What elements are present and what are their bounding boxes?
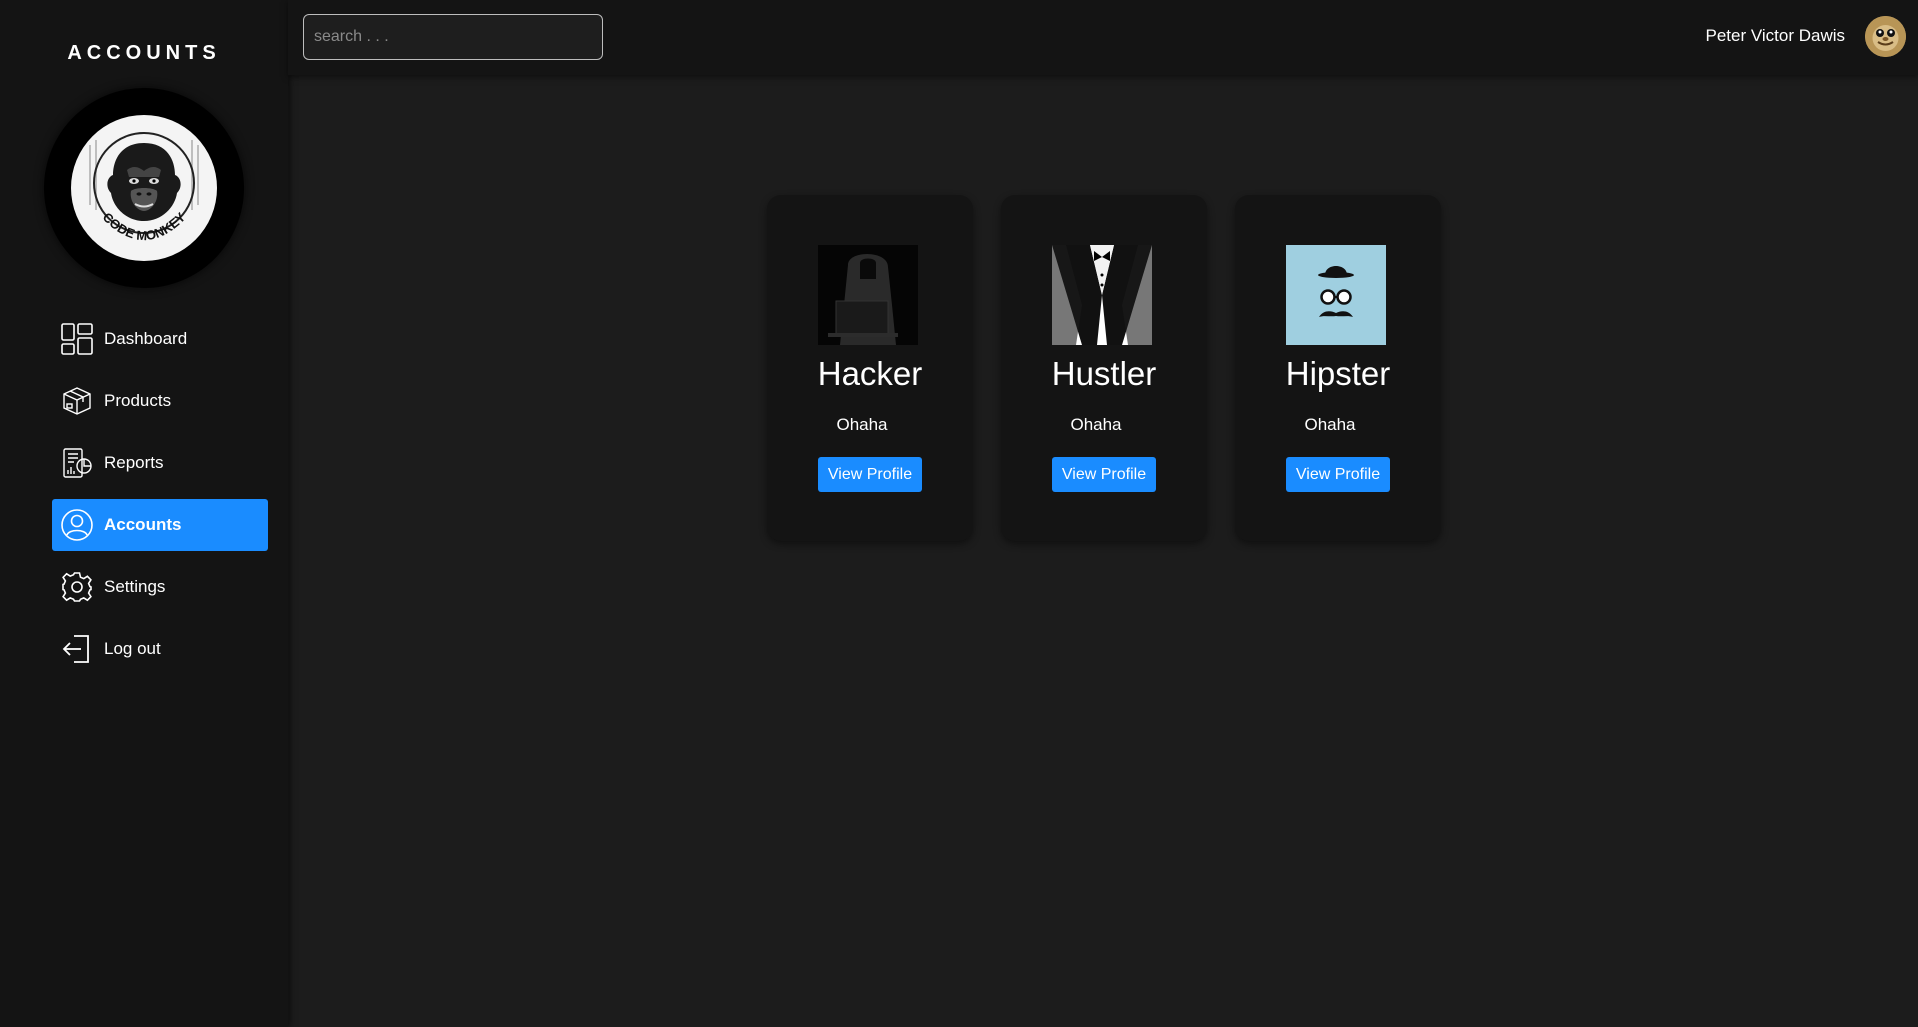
card-subtitle: Ohaha [1304,415,1356,434]
sidebar-brand-title: ACCOUNTS [67,42,221,64]
sidebar: ACCOUNTS CODE MONKEY Dashboard Products … [0,0,288,1027]
sidebar-item-label: Log out [104,639,161,658]
profile-card-hacker: Hacker Ohaha View Profile [767,195,973,541]
view-profile-button[interactable]: View Profile [1286,457,1390,492]
card-subtitle: Ohaha [836,415,888,434]
report-icon [60,446,94,480]
profile-card-hustler: Hustler Ohaha View Profile [1001,195,1207,541]
user-name: Peter Victor Dawis [1705,26,1845,45]
sidebar-item-label: Settings [104,577,166,596]
box-icon [60,384,94,418]
search-input[interactable] [303,14,603,60]
sidebar-item-label: Dashboard [104,329,188,348]
sidebar-item-label: Accounts [104,515,182,534]
view-profile-button[interactable]: View Profile [1052,457,1156,492]
card-title: Hustler [1051,355,1157,392]
profile-card-hipster: Hipster Ohaha View Profile [1235,195,1441,541]
card-title: Hipster [1285,355,1391,392]
sidebar-item-label: Products [104,391,172,410]
hacker-image [818,245,918,345]
top-bar: Peter Victor Dawis [288,0,1918,75]
gear-icon [60,570,94,604]
view-profile-button[interactable]: View Profile [818,457,922,492]
sidebar-item-accounts[interactable]: Accounts [52,499,268,551]
sidebar-item-products[interactable]: Products [52,375,268,427]
user-circle-icon [60,508,94,542]
sidebar-nav: Dashboard Products Reports Accounts Sett… [52,313,268,685]
avatar[interactable] [1865,16,1906,57]
card-subtitle: Ohaha [1070,415,1122,434]
sidebar-item-logout[interactable]: Log out [52,623,268,675]
code-monkey-logo: CODE MONKEY [44,88,244,288]
card-title: Hacker [817,355,923,392]
sidebar-item-reports[interactable]: Reports [52,437,268,489]
sidebar-item-label: Reports [104,453,164,472]
gorilla-logo-icon: CODE MONKEY [71,115,217,261]
logout-icon [60,632,94,666]
hustler-image [1052,245,1152,345]
sidebar-item-dashboard[interactable]: Dashboard [52,313,268,365]
sidebar-item-settings[interactable]: Settings [52,561,268,613]
dashboard-icon [60,322,94,356]
hipster-image [1286,245,1386,345]
